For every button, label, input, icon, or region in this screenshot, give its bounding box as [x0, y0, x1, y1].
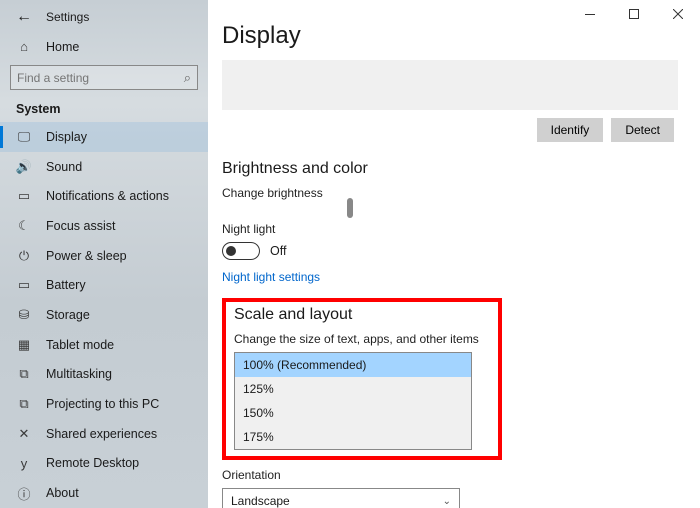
sidebar-item-display[interactable]: 🖵 Display: [0, 122, 208, 152]
minimize-button[interactable]: [568, 0, 612, 28]
sidebar-item-label: Shared experiences: [46, 427, 157, 441]
display-icon: 🖵: [16, 129, 32, 145]
scale-option-175[interactable]: 175%: [235, 425, 471, 449]
battery-icon: ▭: [16, 277, 32, 293]
night-light-toggle[interactable]: [222, 242, 260, 260]
sidebar-item-label: Notifications & actions: [46, 189, 169, 203]
sidebar-item-label: Display: [46, 130, 87, 144]
orientation-value: Landscape: [231, 494, 290, 508]
storage-icon: ⛁: [16, 307, 32, 323]
sidebar-item-tablet-mode[interactable]: ▦ Tablet mode: [0, 330, 208, 360]
scale-heading: Scale and layout: [234, 306, 490, 324]
sidebar-item-remote-desktop[interactable]: y Remote Desktop: [0, 449, 208, 479]
sidebar-item-label: Remote Desktop: [46, 456, 139, 470]
close-button[interactable]: [656, 0, 700, 28]
notifications-icon: ▭: [16, 188, 32, 204]
window-controls: [568, 0, 700, 28]
sidebar-item-battery[interactable]: ▭ Battery: [0, 271, 208, 301]
sidebar-item-label: Storage: [46, 308, 90, 322]
home-icon: ⌂: [16, 39, 32, 55]
brightness-slider-label: Change brightness: [222, 186, 678, 200]
scale-dropdown-open[interactable]: 100% (Recommended) 125% 150% 175%: [234, 352, 472, 450]
settings-window: ← Settings ⌂ Home ⌕ System 🖵 Display 🔊 S…: [0, 0, 700, 508]
back-button[interactable]: ←: [16, 8, 32, 26]
sound-icon: 🔊: [16, 159, 32, 175]
night-light-state: Off: [270, 244, 286, 258]
detect-button[interactable]: Detect: [611, 118, 674, 142]
identify-button[interactable]: Identify: [537, 118, 604, 142]
sidebar-section-system: System: [0, 98, 208, 122]
sidebar: ← Settings ⌂ Home ⌕ System 🖵 Display 🔊 S…: [0, 0, 208, 508]
remote-desktop-icon: y: [16, 455, 32, 471]
sidebar-item-multitasking[interactable]: ⧉ Multitasking: [0, 360, 208, 390]
scale-option-125[interactable]: 125%: [235, 377, 471, 401]
sidebar-item-notifications[interactable]: ▭ Notifications & actions: [0, 181, 208, 211]
sidebar-item-focus-assist[interactable]: ☾ Focus assist: [0, 211, 208, 241]
sidebar-item-storage[interactable]: ⛁ Storage: [0, 300, 208, 330]
monitor-preview: [222, 60, 678, 110]
chevron-down-icon: ⌄: [443, 496, 451, 507]
scale-option-150[interactable]: 150%: [235, 401, 471, 425]
orientation-select[interactable]: Landscape ⌄: [222, 488, 460, 508]
shared-icon: ✕: [16, 426, 32, 442]
sidebar-item-sound[interactable]: 🔊 Sound: [0, 152, 208, 182]
brightness-slider[interactable]: [222, 206, 482, 208]
multitasking-icon: ⧉: [16, 366, 32, 382]
orientation-label: Orientation: [222, 468, 678, 482]
night-light-settings-link[interactable]: Night light settings: [222, 270, 320, 284]
sidebar-item-label: Power & sleep: [46, 249, 127, 263]
projecting-icon: ⧉: [16, 396, 32, 412]
home-nav[interactable]: ⌂ Home: [0, 32, 208, 62]
power-icon: ⏻: [16, 248, 32, 264]
focus-assist-icon: ☾: [16, 218, 32, 234]
sidebar-item-label: Tablet mode: [46, 338, 114, 352]
brightness-heading: Brightness and color: [222, 160, 678, 178]
sidebar-item-projecting[interactable]: ⧉ Projecting to this PC: [0, 389, 208, 419]
sidebar-item-shared-experiences[interactable]: ✕ Shared experiences: [0, 419, 208, 449]
search-icon: ⌕: [184, 70, 191, 86]
sidebar-item-label: Battery: [46, 278, 86, 292]
sidebar-item-label: Projecting to this PC: [46, 397, 159, 411]
maximize-button[interactable]: [612, 0, 656, 28]
tablet-mode-icon: ▦: [16, 337, 32, 353]
search-input[interactable]: [17, 71, 167, 85]
scale-highlight-region: Scale and layout Change the size of text…: [222, 298, 502, 460]
scale-option-100[interactable]: 100% (Recommended): [235, 353, 471, 377]
sidebar-item-label: Sound: [46, 160, 82, 174]
sidebar-item-label: Multitasking: [46, 367, 112, 381]
scale-label: Change the size of text, apps, and other…: [234, 332, 490, 346]
sidebar-item-label: About: [46, 486, 79, 500]
search-box[interactable]: ⌕: [10, 65, 198, 90]
main-content: Display Identify Detect Brightness and c…: [208, 0, 700, 508]
sidebar-item-about[interactable]: ⓘ About: [0, 478, 208, 508]
sidebar-item-power-sleep[interactable]: ⏻ Power & sleep: [0, 241, 208, 271]
night-light-label: Night light: [222, 222, 678, 236]
home-label: Home: [46, 40, 79, 54]
app-title: Settings: [46, 10, 89, 24]
about-icon: ⓘ: [16, 485, 32, 501]
sidebar-item-label: Focus assist: [46, 219, 115, 233]
brightness-slider-thumb[interactable]: [347, 198, 353, 218]
